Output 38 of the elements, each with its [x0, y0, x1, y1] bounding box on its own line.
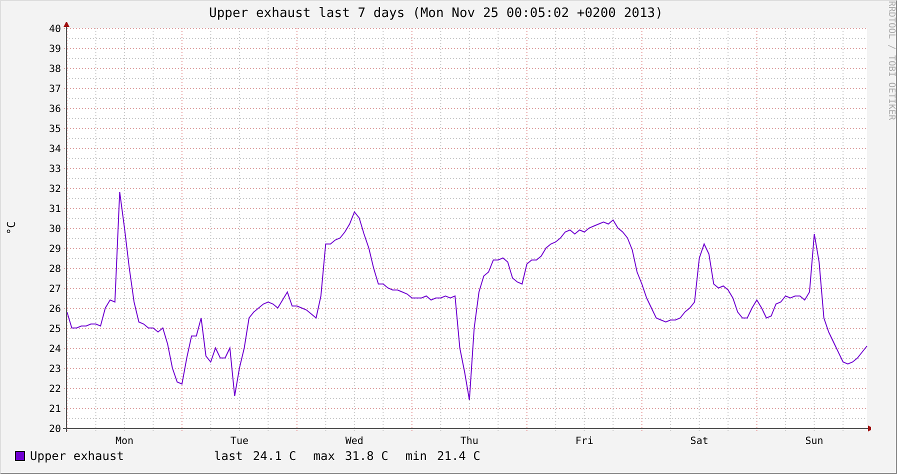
y-tick-label: 34 [48, 144, 61, 155]
x-tick-label: Tue [230, 436, 248, 446]
x-tick-label: Wed [345, 436, 364, 446]
y-tick-label: 39 [48, 44, 61, 55]
y-tick-label: 26 [48, 304, 61, 315]
y-tick-label: 36 [48, 104, 61, 115]
x-tick-label: Mon [115, 436, 134, 446]
x-tick-label: Fri [575, 436, 594, 446]
stat-label: last [214, 449, 243, 463]
legend-label: Upper exhaust [30, 449, 125, 463]
y-tick-label: 28 [48, 264, 61, 275]
y-tick-label: 20 [48, 424, 61, 435]
y-tick-label: 40 [48, 24, 61, 35]
stat-value: 31.8 C [344, 449, 388, 463]
y-tick-label: 35 [48, 124, 61, 135]
y-tick-label: 31 [48, 204, 61, 215]
y-tick-label: 32 [48, 184, 61, 195]
x-tick-label: Thu [460, 436, 478, 446]
y-tick-label: 25 [48, 324, 61, 335]
y-tick-label: 37 [48, 84, 61, 95]
stat-value: 24.1 C [252, 449, 296, 463]
y-tick-label: 38 [48, 64, 61, 75]
x-tick-label: Sat [690, 436, 708, 446]
y-tick-label: 30 [48, 224, 61, 235]
credit-text: RRDTOOL / TOBI OETIKER [885, 1, 896, 122]
y-tick-label: 21 [48, 404, 61, 415]
y-tick-label: 23 [48, 364, 61, 375]
y-tick-label: 22 [48, 384, 61, 395]
stat-label: max [313, 449, 335, 463]
y-tick-label: 27 [48, 284, 61, 295]
x-tick-label: Sun [805, 436, 824, 446]
stat-value: 21.4 C [437, 449, 480, 463]
y-tick-label: 33 [48, 164, 61, 175]
y-tick-label: 24 [48, 344, 61, 355]
stat-label: min [405, 449, 427, 463]
chart-title: Upper exhaust last 7 days (Mon Nov 25 00:05:02 +0200 2013) [208, 5, 664, 22]
y-axis-label: °C [5, 221, 18, 235]
y-tick-label: 29 [48, 244, 61, 255]
